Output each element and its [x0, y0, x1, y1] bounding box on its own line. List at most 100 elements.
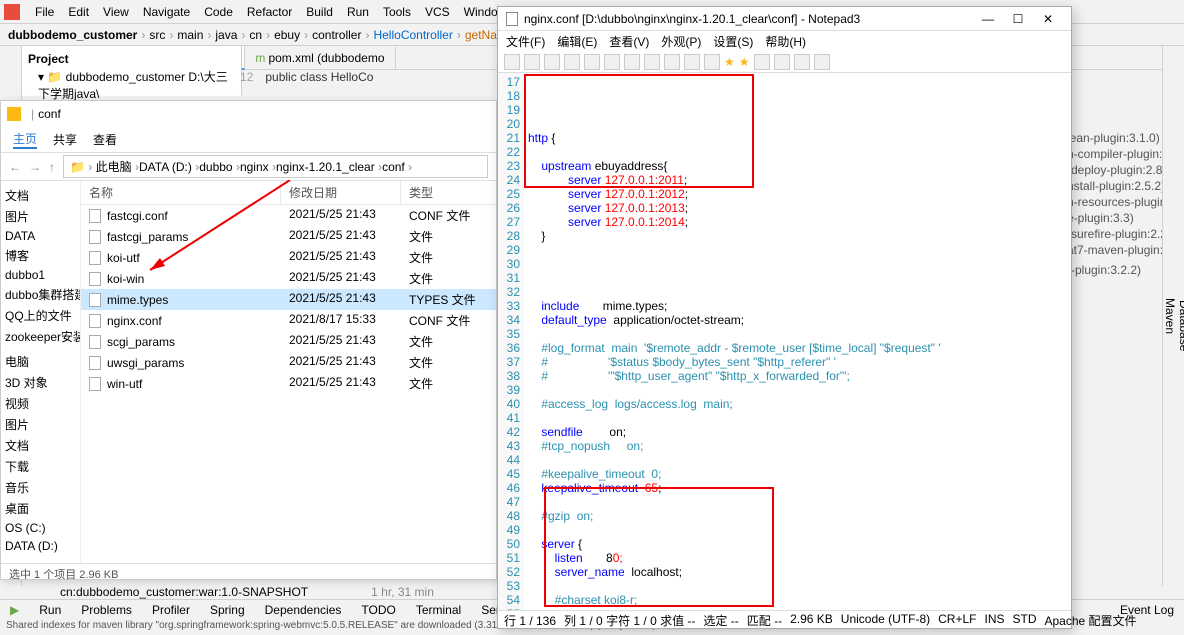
btab-profiler[interactable]: Profiler: [142, 603, 200, 617]
bc-main[interactable]: main: [165, 28, 203, 42]
col-name[interactable]: 名称: [81, 181, 281, 204]
explorer-file-list[interactable]: 名称 修改日期 类型 fastcgi.conf2021/5/25 21:43CO…: [81, 181, 496, 563]
code-line[interactable]: [528, 453, 1067, 467]
sidebar-item[interactable]: zookeeper安装: [5, 326, 76, 347]
code-line[interactable]: [528, 271, 1067, 285]
bc-root[interactable]: dubbodemo_customer: [8, 28, 137, 42]
tb-paste[interactable]: [644, 54, 660, 70]
btab-deps[interactable]: Dependencies: [255, 603, 352, 617]
tb-scheme[interactable]: [774, 54, 790, 70]
btab-spring[interactable]: Spring: [200, 603, 255, 617]
explorer-sidebar[interactable]: 文档图片DATA博客dubbo1dubbo集群搭建QQ上的文件zookeeper…: [1, 181, 81, 563]
code-line[interactable]: # '$status $body_bytes_sent "$http_refer…: [528, 355, 1067, 369]
code-line[interactable]: [528, 383, 1067, 397]
table-row[interactable]: mime.types2021/5/25 21:43TYPES 文件: [81, 289, 496, 310]
code-line[interactable]: keepalive_timeout 65;: [528, 481, 1067, 495]
npmenu-help[interactable]: 帮助(H): [765, 33, 806, 50]
code-line[interactable]: # '"$http_user_agent" "$http_x_forwarded…: [528, 369, 1067, 383]
table-row[interactable]: uwsgi_params2021/5/25 21:43文件: [81, 352, 496, 373]
code-line[interactable]: server 127.0.0.1:2014;: [528, 215, 1067, 229]
minimize-button[interactable]: —: [973, 12, 1003, 26]
table-row[interactable]: fastcgi_params2021/5/25 21:43文件: [81, 226, 496, 247]
sidebar-item[interactable]: 文档: [5, 185, 76, 206]
code-line[interactable]: [528, 145, 1067, 159]
code-line[interactable]: listen 80;: [528, 551, 1067, 565]
code-line[interactable]: sendfile on;: [528, 425, 1067, 439]
code-line[interactable]: include mime.types;: [528, 299, 1067, 313]
nav-up[interactable]: ↑: [45, 160, 59, 174]
nav-forward[interactable]: →: [25, 160, 45, 174]
table-row[interactable]: nginx.conf2021/8/17 15:33CONF 文件: [81, 310, 496, 331]
table-row[interactable]: scgi_params2021/5/25 21:43文件: [81, 331, 496, 352]
npmenu-file[interactable]: 文件(F): [506, 33, 545, 50]
btab-problems[interactable]: Problems: [71, 603, 142, 617]
code-line[interactable]: #access_log logs/access.log main;: [528, 397, 1067, 411]
sidebar-item[interactable]: OS (C:): [5, 519, 76, 537]
project-panel[interactable]: Project ▾ 📁 dubbodemo_customer D:\大三下学期j…: [22, 46, 242, 96]
tb-replace[interactable]: [684, 54, 700, 70]
notepad-window[interactable]: nginx.conf [D:\dubbo\nginx\nginx-1.20.1_…: [497, 6, 1072, 629]
menu-refactor[interactable]: Refactor: [240, 5, 299, 19]
bc-class[interactable]: HelloController: [361, 28, 452, 42]
tb-open[interactable]: [524, 54, 540, 70]
tb-wrap[interactable]: [704, 54, 720, 70]
code-line[interactable]: #charset koi8-r;: [528, 593, 1067, 607]
table-row[interactable]: koi-win2021/5/25 21:43文件: [81, 268, 496, 289]
bc-ebuy[interactable]: ebuy: [262, 28, 300, 42]
sidebar-item[interactable]: DATA: [5, 227, 76, 245]
ribbon-home[interactable]: 主页: [13, 130, 37, 149]
notepad-titlebar[interactable]: nginx.conf [D:\dubbo\nginx\nginx-1.20.1_…: [498, 7, 1071, 31]
code-line[interactable]: #keepalive_timeout 0;: [528, 467, 1067, 481]
code-line[interactable]: [528, 327, 1067, 341]
code-area[interactable]: http { upstream ebuyaddress{ server 127.…: [524, 73, 1071, 610]
tb-pin[interactable]: [794, 54, 810, 70]
ribbon-view[interactable]: 查看: [93, 131, 117, 148]
code-line[interactable]: server 127.0.0.1:2012;: [528, 187, 1067, 201]
code-line[interactable]: [528, 495, 1067, 509]
sidebar-item[interactable]: 下载: [5, 456, 76, 477]
maximize-button[interactable]: ☐: [1003, 12, 1033, 26]
code-line[interactable]: #log_format main '$remote_addr - $remote…: [528, 341, 1067, 355]
strip-maven[interactable]: Maven: [1163, 46, 1177, 586]
ij-right-strip[interactable]: Maven Database: [1162, 46, 1184, 586]
btab-terminal[interactable]: Terminal: [406, 603, 471, 617]
tb-redo[interactable]: [584, 54, 600, 70]
tb-copy[interactable]: [624, 54, 640, 70]
tb-save[interactable]: [544, 54, 560, 70]
explorer-window[interactable]: | conf 主页 共享 查看 ← → ↑ 📁 此电脑 DATA (D:) du…: [0, 100, 497, 580]
code-line[interactable]: [528, 607, 1067, 610]
address-path[interactable]: 📁 此电脑 DATA (D:) dubbo nginx nginx-1.20.1…: [63, 155, 488, 178]
npmenu-edit[interactable]: 编辑(E): [557, 33, 597, 50]
code-line[interactable]: server 127.0.0.1:2011;: [528, 173, 1067, 187]
sidebar-item[interactable]: 音乐: [5, 477, 76, 498]
explorer-titlebar[interactable]: | conf: [1, 101, 496, 127]
sidebar-item[interactable]: dubbo集群搭建: [5, 284, 76, 305]
menu-build[interactable]: Build: [299, 5, 340, 19]
bc-src[interactable]: src: [137, 28, 165, 42]
code-line[interactable]: [528, 411, 1067, 425]
code-line[interactable]: upstream ebuyaddress{: [528, 159, 1067, 173]
menu-edit[interactable]: Edit: [61, 5, 96, 19]
table-row[interactable]: fastcgi.conf2021/5/25 21:43CONF 文件: [81, 205, 496, 226]
tb-zoom[interactable]: [754, 54, 770, 70]
bc-controller[interactable]: controller: [300, 28, 361, 42]
sidebar-item[interactable]: dubbo1: [5, 266, 76, 284]
list-headers[interactable]: 名称 修改日期 类型: [81, 181, 496, 205]
npmenu-view[interactable]: 查看(V): [609, 33, 649, 50]
tab-pom[interactable]: m pom.xml (dubbodemo: [245, 47, 395, 69]
table-row[interactable]: koi-utf2021/5/25 21:43文件: [81, 247, 496, 268]
code-line[interactable]: default_type application/octet-stream;: [528, 313, 1067, 327]
code-line[interactable]: server 127.0.0.1:2013;: [528, 201, 1067, 215]
tb-cut[interactable]: [604, 54, 620, 70]
btab-run[interactable]: Run: [29, 603, 71, 617]
bc-java[interactable]: java: [203, 28, 237, 42]
tb-fav2[interactable]: ★: [739, 55, 750, 69]
menu-navigate[interactable]: Navigate: [136, 5, 197, 19]
code-line[interactable]: http {: [528, 131, 1067, 145]
npmenu-appear[interactable]: 外观(P): [661, 33, 701, 50]
code-line[interactable]: server {: [528, 537, 1067, 551]
sidebar-item[interactable]: 图片: [5, 414, 76, 435]
npmenu-settings[interactable]: 设置(S): [713, 33, 753, 50]
table-row[interactable]: win-utf2021/5/25 21:43文件: [81, 373, 496, 394]
code-line[interactable]: [528, 257, 1067, 271]
